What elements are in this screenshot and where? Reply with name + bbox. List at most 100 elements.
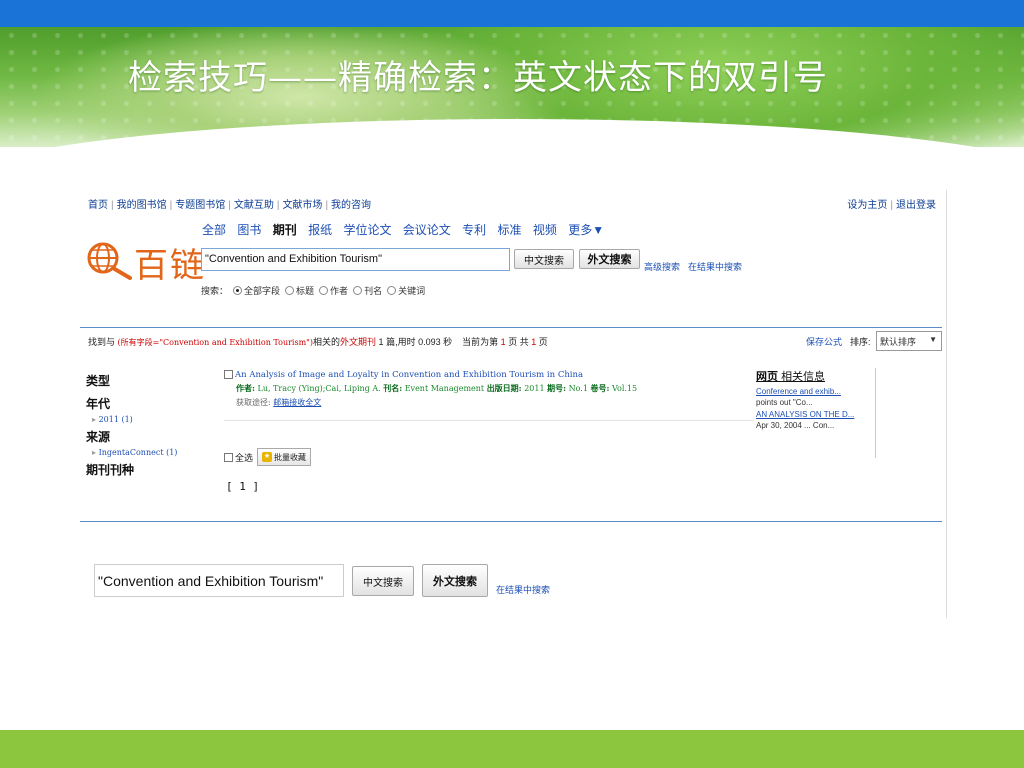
summary-prefix: 找到与 bbox=[88, 337, 116, 347]
logo-text: 百链 bbox=[134, 246, 206, 286]
nav-my-library[interactable]: 我的图书馆 bbox=[117, 200, 167, 211]
foreign-search-button[interactable]: 外文搜索 bbox=[579, 249, 640, 269]
result-volume: Vol.15 bbox=[611, 384, 638, 393]
collect-icon: ★ bbox=[262, 452, 273, 462]
batch-actions: 全选 ★ 批量收藏 bbox=[224, 448, 312, 466]
facet-sidebar: 类型 年代 ▸ 2011 (1) 来源 ▸ IngentaConnect (1)… bbox=[86, 372, 206, 478]
tab-patents[interactable]: 专利 bbox=[462, 223, 486, 237]
facet-type[interactable]: 类型 bbox=[86, 372, 206, 389]
result-checkbox[interactable] bbox=[224, 370, 233, 379]
screenshot-edge bbox=[946, 190, 947, 618]
author-label: 作者: bbox=[236, 383, 255, 393]
tab-newspapers[interactable]: 报纸 bbox=[308, 223, 332, 237]
facet-year-item[interactable]: ▸ 2011 (1) bbox=[92, 415, 206, 424]
slide-top-bar bbox=[0, 0, 1024, 27]
bottom-search-input[interactable]: "Convention and Exhibition Tourism" bbox=[94, 564, 344, 597]
access-label: 获取途径: bbox=[236, 398, 271, 407]
search-scope: 搜索： 全部字段 标题 作者 刊名 关键词 bbox=[201, 284, 425, 297]
related-info-panel: 网页 相关信息 Conference and exhib... points o… bbox=[756, 368, 876, 458]
radio-all-fields[interactable] bbox=[233, 286, 243, 295]
slide-bottom-bar bbox=[0, 730, 1024, 768]
search-input[interactable]: "Convention and Exhibition Tourism" bbox=[201, 248, 510, 271]
divider bbox=[80, 521, 942, 522]
related-link-2[interactable]: AN ANALYSIS ON THE D... bbox=[756, 410, 875, 419]
chinese-search-button[interactable]: 中文搜索 bbox=[514, 249, 574, 269]
result-issue: No.1 bbox=[568, 384, 588, 393]
related-link-1[interactable]: Conference and exhib... bbox=[756, 387, 875, 396]
radio-keyword[interactable] bbox=[387, 286, 397, 295]
search-in-results-link[interactable]: 在结果中搜索 bbox=[688, 262, 742, 272]
result-authors: Lu, Tracy (Ying);Cai, Liping A. bbox=[257, 384, 381, 393]
bottom-search-in-results-link[interactable]: 在结果中搜索 bbox=[496, 583, 550, 596]
radio-author[interactable] bbox=[319, 286, 329, 295]
logo[interactable]: 百链 bbox=[86, 238, 204, 286]
tab-more[interactable]: 更多▼ bbox=[568, 223, 604, 237]
dropdown-arrow-icon: ▼ bbox=[929, 335, 937, 344]
radio-journal[interactable] bbox=[353, 286, 363, 295]
save-formula-link[interactable]: 保存公式 bbox=[806, 335, 842, 348]
summary-current-page: 1 bbox=[500, 337, 506, 347]
nav-topic-library[interactable]: 专题图书馆 bbox=[175, 200, 225, 211]
nav-doc-help[interactable]: 文献互助 bbox=[234, 200, 274, 211]
related-heading-info: 相关信息 bbox=[781, 371, 826, 383]
tab-all[interactable]: 全部 bbox=[202, 223, 226, 237]
facet-year[interactable]: 年代 bbox=[86, 395, 206, 412]
divider bbox=[80, 327, 942, 328]
search-screenshot: 首页 | 我的图书馆 | 专题图书馆 | 文献互助 | 文献市场 | 我的咨询 设为主页 | 退出登录 … bbox=[80, 190, 946, 620]
facet-source[interactable]: 来源 bbox=[86, 428, 206, 445]
sort-select[interactable]: 默认排序 ▼ bbox=[876, 331, 942, 351]
email-fulltext-link[interactable]: 邮箱接收全文 bbox=[273, 398, 321, 407]
related-heading-web[interactable]: 网页 bbox=[756, 371, 778, 383]
journal-label: 刊名: bbox=[383, 383, 403, 393]
sort-label: 排序: bbox=[850, 337, 871, 347]
globe-magnifier-icon bbox=[87, 242, 132, 280]
batch-collect-button[interactable]: ★ 批量收藏 bbox=[257, 448, 312, 466]
scope-option-label: 作者 bbox=[330, 286, 349, 296]
tab-books[interactable]: 图书 bbox=[237, 223, 261, 237]
nav-doc-market[interactable]: 文献市场 bbox=[282, 200, 322, 211]
summary-query: (所有字段="Convention and Exhibition Tourism… bbox=[117, 338, 313, 347]
top-nav: 首页 | 我的图书馆 | 专题图书馆 | 文献互助 | 文献市场 | 我的咨询 bbox=[88, 200, 372, 211]
tab-video[interactable]: 视频 bbox=[533, 223, 557, 237]
tab-standards[interactable]: 标准 bbox=[498, 223, 522, 237]
advanced-search-link[interactable]: 高级搜索 bbox=[644, 262, 680, 272]
nav-home[interactable]: 首页 bbox=[88, 200, 108, 211]
result-summary: 找到与 (所有字段="Convention and Exhibition Tou… bbox=[88, 335, 548, 348]
facet-year-item-label: 2011 (1) bbox=[98, 415, 133, 424]
pagination[interactable]: [ 1 ] bbox=[226, 480, 259, 493]
result-date: 2011 bbox=[524, 384, 545, 393]
sort-value: 默认排序 bbox=[880, 337, 917, 347]
related-text-1: points out "Co... bbox=[756, 398, 813, 407]
result-item: An Analysis of Image and Loyalty in Conv… bbox=[224, 370, 754, 408]
top-links: 设为主页 | 退出登录 bbox=[847, 200, 936, 211]
batch-collect-label: 批量收藏 bbox=[274, 452, 307, 462]
result-meta: 作者: Lu, Tracy (Ying);Cai, Liping A. 刊名: … bbox=[236, 383, 754, 394]
bottom-chinese-search-button[interactable]: 中文搜索 bbox=[352, 566, 414, 596]
facet-journal[interactable]: 期刊刊种 bbox=[86, 461, 206, 478]
scope-option-label: 标题 bbox=[296, 286, 315, 296]
select-all-checkbox[interactable] bbox=[224, 452, 233, 462]
issue-label: 期号: bbox=[547, 383, 567, 393]
logout-link[interactable]: 退出登录 bbox=[896, 200, 936, 211]
nav-my-consult[interactable]: 我的咨询 bbox=[331, 200, 371, 211]
search-links: 高级搜索 在结果中搜索 bbox=[644, 260, 750, 273]
result-separator bbox=[224, 420, 754, 421]
summary-stats: 篇,用时 0.093 秒 bbox=[386, 337, 453, 347]
radio-title[interactable] bbox=[285, 286, 295, 295]
result-title-link[interactable]: An Analysis of Image and Loyalty in Conv… bbox=[235, 370, 583, 380]
tab-journals[interactable]: 期刊 bbox=[273, 223, 297, 237]
select-all-label: 全选 bbox=[235, 452, 254, 463]
scope-option-label: 关键词 bbox=[398, 286, 426, 296]
facet-source-item[interactable]: ▸ IngentaConnect (1) bbox=[92, 448, 206, 457]
volume-label: 卷号: bbox=[590, 383, 610, 393]
slide-title: 检索技巧——精确检索：英文状态下的双引号 bbox=[128, 58, 828, 98]
category-tabs: 全部 图书 期刊 报纸 学位论文 会议论文 专利 标准 视频 更多▼ bbox=[202, 221, 612, 238]
tab-theses[interactable]: 学位论文 bbox=[343, 223, 391, 237]
summary-related: 相关的 bbox=[313, 337, 341, 347]
summary-count: 1 bbox=[378, 337, 384, 347]
result-access: 获取途径: 邮箱接收全文 bbox=[236, 397, 754, 408]
set-home-link[interactable]: 设为主页 bbox=[847, 200, 887, 211]
bottom-foreign-search-button[interactable]: 外文搜索 bbox=[422, 564, 488, 597]
tab-conference[interactable]: 会议论文 bbox=[403, 223, 451, 237]
scope-option-label: 全部字段 bbox=[244, 286, 281, 296]
